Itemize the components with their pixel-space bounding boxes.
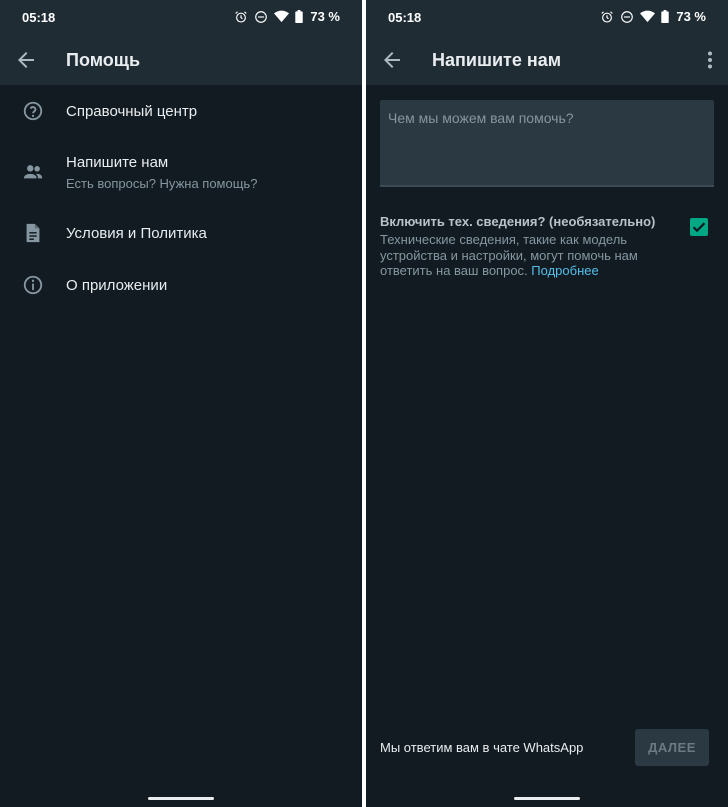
page-title: Помощь <box>66 50 141 70</box>
alarm-icon <box>235 10 248 23</box>
wifi-icon <box>274 10 290 23</box>
menu-item-subtitle: Есть вопросы? Нужна помощь? <box>66 175 258 191</box>
do-not-disturb-icon <box>255 10 268 23</box>
home-handle[interactable] <box>514 797 580 800</box>
menu-item-contact-us[interactable]: Напишите нам Есть вопросы? Нужна помощь? <box>0 137 362 207</box>
battery-percent: 73 % <box>310 9 340 24</box>
status-time: 05:18 <box>22 10 56 25</box>
menu-item-about[interactable]: О приложении <box>0 259 362 311</box>
tech-info-text: Технические сведения, такие как модель у… <box>380 232 638 278</box>
tech-info-section: Включить тех. сведения? (необязательно) … <box>380 214 656 279</box>
group-icon <box>23 165 43 179</box>
status-icons: 73 % <box>600 9 706 24</box>
tech-info-checkbox[interactable] <box>690 218 708 236</box>
gesture-nav-bar <box>0 791 362 807</box>
back-arrow-icon[interactable] <box>14 48 38 72</box>
menu-item-terms-policy[interactable]: Условия и Политика <box>0 207 362 259</box>
learn-more-link[interactable]: Подробнее <box>531 263 598 278</box>
battery-percent: 73 % <box>676 9 706 24</box>
menu-item-label: О приложении <box>66 276 168 294</box>
help-circle-icon <box>23 101 43 121</box>
battery-icon <box>295 10 304 23</box>
status-time: 05:18 <box>388 10 422 25</box>
battery-icon <box>661 10 670 23</box>
back-arrow-icon[interactable] <box>380 48 404 72</box>
help-menu: Справочный центр Напишите нам Есть вопро… <box>0 85 362 311</box>
message-input[interactable]: Чем мы можем вам помочь? <box>380 100 714 187</box>
page-title: Напишите нам <box>432 50 562 70</box>
document-icon <box>26 223 40 243</box>
menu-item-label: Условия и Политика <box>66 224 207 242</box>
gesture-nav-bar <box>366 791 728 807</box>
info-icon <box>23 275 43 295</box>
message-placeholder: Чем мы можем вам помочь? <box>388 110 574 126</box>
menu-item-label: Напишите нам <box>66 153 169 171</box>
home-handle[interactable] <box>148 797 214 800</box>
app-bar: Помощь <box>0 36 362 85</box>
contact-us-screen: 05:18 73 % Напишите нам Чем мы можем вам… <box>366 0 728 807</box>
app-bar: Напишите нам <box>366 36 728 85</box>
menu-item-label: Справочный центр <box>66 102 198 120</box>
status-bar: 05:18 73 % <box>366 0 728 36</box>
help-screen: 05:18 73 % Помощь Справочный центр Напиш… <box>0 0 362 807</box>
status-icons: 73 % <box>234 9 340 24</box>
reply-info-text: Мы ответим вам в чате WhatsApp <box>380 740 584 755</box>
wifi-icon <box>640 10 656 23</box>
check-icon <box>692 222 706 233</box>
tech-info-description: Технические сведения, такие как модель у… <box>380 232 656 279</box>
do-not-disturb-icon <box>621 10 634 23</box>
alarm-icon <box>601 10 614 23</box>
menu-item-help-center[interactable]: Справочный центр <box>0 85 362 137</box>
more-vert-icon[interactable] <box>698 48 722 72</box>
next-button[interactable]: ДАЛЕЕ <box>635 729 709 766</box>
status-bar: 05:18 73 % <box>0 0 362 36</box>
tech-info-title: Включить тех. сведения? (необязательно) <box>380 214 656 229</box>
